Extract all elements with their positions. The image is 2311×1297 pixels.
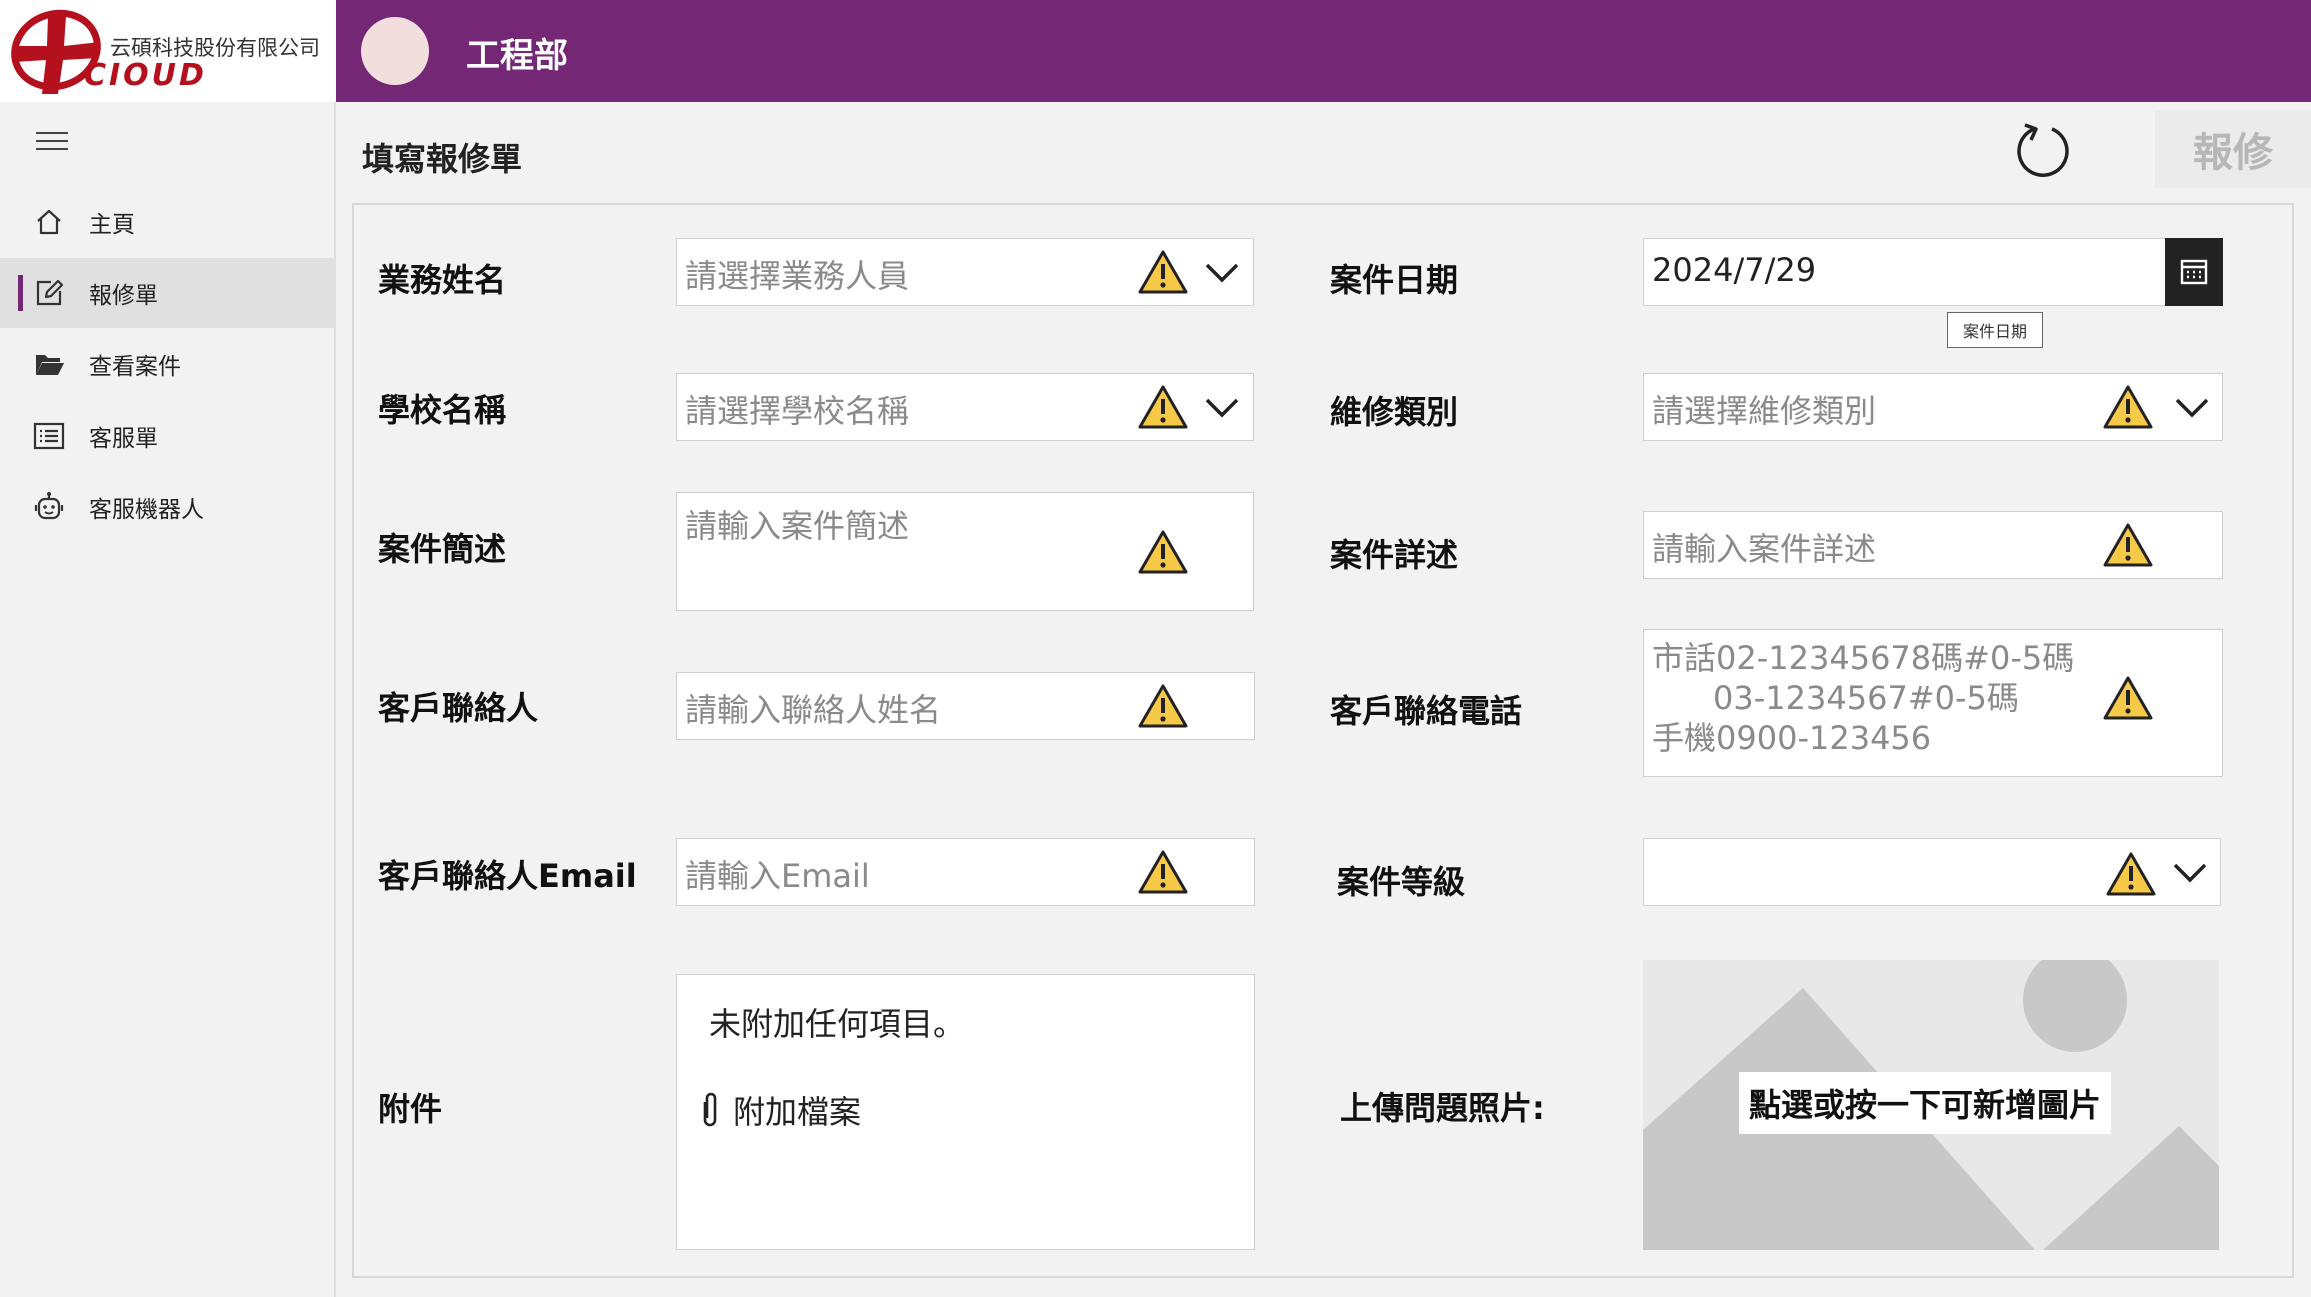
detail-placeholder: 請輸入案件詳述	[1652, 530, 1877, 568]
warning-icon	[1138, 250, 1188, 294]
sidebar-item-label: 客服單	[89, 426, 158, 452]
app-header: 工程部	[336, 0, 2311, 102]
chevron-down-icon	[2175, 398, 2209, 418]
email-input[interactable]: 請輸入Email	[676, 838, 1255, 906]
salesperson-dropdown[interactable]: 請選擇業務人員	[676, 238, 1254, 306]
phone-placeholder: 市話02-12345678碼#0-5碼 03-1234567#0-5碼 手機09…	[1652, 638, 2074, 758]
sidebar-item-label: 查看案件	[89, 354, 181, 380]
summary-label: 案件簡述	[378, 530, 507, 568]
repair-type-placeholder: 請選擇維修類別	[1652, 392, 1877, 430]
hamburger-line	[36, 148, 68, 150]
sidebar-item-service-tickets[interactable]: 客服單	[0, 401, 336, 471]
avatar[interactable]	[361, 17, 429, 85]
warning-icon	[2106, 852, 2156, 896]
add-photo-hint: 點選或按一下可新增圖片	[1739, 1072, 2112, 1134]
add-photo-area[interactable]: 點選或按一下可新增圖片	[1643, 960, 2219, 1250]
date-picker-button[interactable]	[2165, 238, 2223, 306]
photo-label: 上傳問題照片:	[1340, 1089, 1545, 1127]
attachments-label: 附件	[378, 1090, 443, 1128]
salesperson-label: 業務姓名	[378, 261, 507, 299]
repair-type-label: 維修類別	[1330, 393, 1459, 431]
sidebar-item-view-cases[interactable]: 查看案件	[0, 329, 336, 399]
warning-icon	[2103, 523, 2153, 567]
summary-placeholder: 請輸入案件簡述	[685, 507, 910, 545]
detail-label: 案件詳述	[1330, 536, 1459, 574]
attachments-area: 未附加任何項目。 附加檔案	[676, 974, 1255, 1250]
salesperson-placeholder: 請選擇業務人員	[685, 257, 910, 295]
phone-input[interactable]: 市話02-12345678碼#0-5碼 03-1234567#0-5碼 手機09…	[1643, 629, 2223, 777]
sidebar-item-label: 客服機器人	[89, 497, 204, 523]
submit-repair-button[interactable]: 報修	[2155, 110, 2311, 188]
bot-icon	[31, 489, 67, 525]
sidebar-item-service-bot[interactable]: 客服機器人	[0, 472, 336, 542]
folder-open-icon	[31, 346, 67, 382]
contact-label: 客戶聯絡人	[378, 689, 539, 727]
menu-toggle-button[interactable]	[36, 132, 68, 156]
email-label: 客戶聯絡人Email	[378, 857, 637, 895]
warning-icon	[1138, 530, 1188, 574]
sidebar-item-label: 主頁	[89, 212, 135, 238]
repair-type-dropdown[interactable]: 請選擇維修類別	[1643, 373, 2223, 441]
add-attachment-label: 附加檔案	[733, 1093, 862, 1131]
home-icon	[31, 204, 67, 240]
edit-icon	[31, 275, 67, 311]
phone-label: 客戶聯絡電話	[1330, 692, 1523, 730]
level-label: 案件等級	[1337, 863, 1466, 901]
case-date-input[interactable]: 2024/7/29	[1643, 238, 2223, 306]
hamburger-line	[36, 132, 68, 134]
school-placeholder: 請選擇學校名稱	[685, 392, 910, 430]
case-date-tooltip: 案件日期	[1947, 312, 2043, 348]
sidebar-item-repair-form[interactable]: 報修單	[0, 258, 336, 328]
sidebar-item-label: 報修單	[89, 283, 158, 309]
hamburger-line	[36, 140, 68, 142]
header-title: 工程部	[466, 36, 568, 76]
sidebar-item-home[interactable]: 主頁	[0, 187, 336, 257]
detail-input[interactable]: 請輸入案件詳述	[1643, 511, 2223, 579]
case-date-value: 2024/7/29	[1652, 251, 1817, 289]
chevron-down-icon	[1205, 263, 1239, 283]
attachments-empty-text: 未附加任何項目。	[709, 1005, 966, 1043]
refresh-icon[interactable]	[2012, 120, 2074, 182]
phone-placeholder-line: 03-1234567#0-5碼	[1652, 679, 2019, 717]
phone-placeholder-line: 市話02-12345678碼#0-5碼	[1652, 639, 2075, 677]
paperclip-icon	[703, 1092, 717, 1127]
calendar-icon	[2180, 259, 2208, 285]
case-level-dropdown[interactable]	[1643, 838, 2221, 906]
company-logo: 云碩科技股份有限公司 CIOUD	[0, 0, 336, 102]
warning-icon	[1138, 684, 1188, 728]
list-icon	[31, 418, 67, 454]
page-title: 填寫報修單	[362, 140, 523, 178]
school-label: 學校名稱	[378, 391, 507, 429]
chevron-down-icon	[2173, 863, 2207, 883]
company-wordmark: CIOUD	[84, 58, 207, 93]
school-dropdown[interactable]: 請選擇學校名稱	[676, 373, 1254, 441]
summary-input[interactable]: 請輸入案件簡述	[676, 492, 1254, 611]
warning-icon	[1138, 385, 1188, 429]
case-date-label: 案件日期	[1330, 261, 1459, 299]
contact-name-placeholder: 請輸入聯絡人姓名	[685, 691, 942, 729]
warning-icon	[2103, 385, 2153, 429]
chevron-down-icon	[1205, 398, 1239, 418]
email-placeholder: 請輸入Email	[685, 857, 870, 895]
phone-placeholder-line: 手機0900-123456	[1652, 719, 1932, 757]
contact-name-input[interactable]: 請輸入聯絡人姓名	[676, 672, 1255, 740]
add-attachment-button[interactable]: 附加檔案	[697, 1087, 861, 1133]
warning-icon	[2103, 676, 2153, 720]
warning-icon	[1138, 850, 1188, 894]
sidebar: 云碩科技股份有限公司 CIOUD 主頁 報修單 查看案件 客服單 客服機器人	[0, 0, 336, 1297]
